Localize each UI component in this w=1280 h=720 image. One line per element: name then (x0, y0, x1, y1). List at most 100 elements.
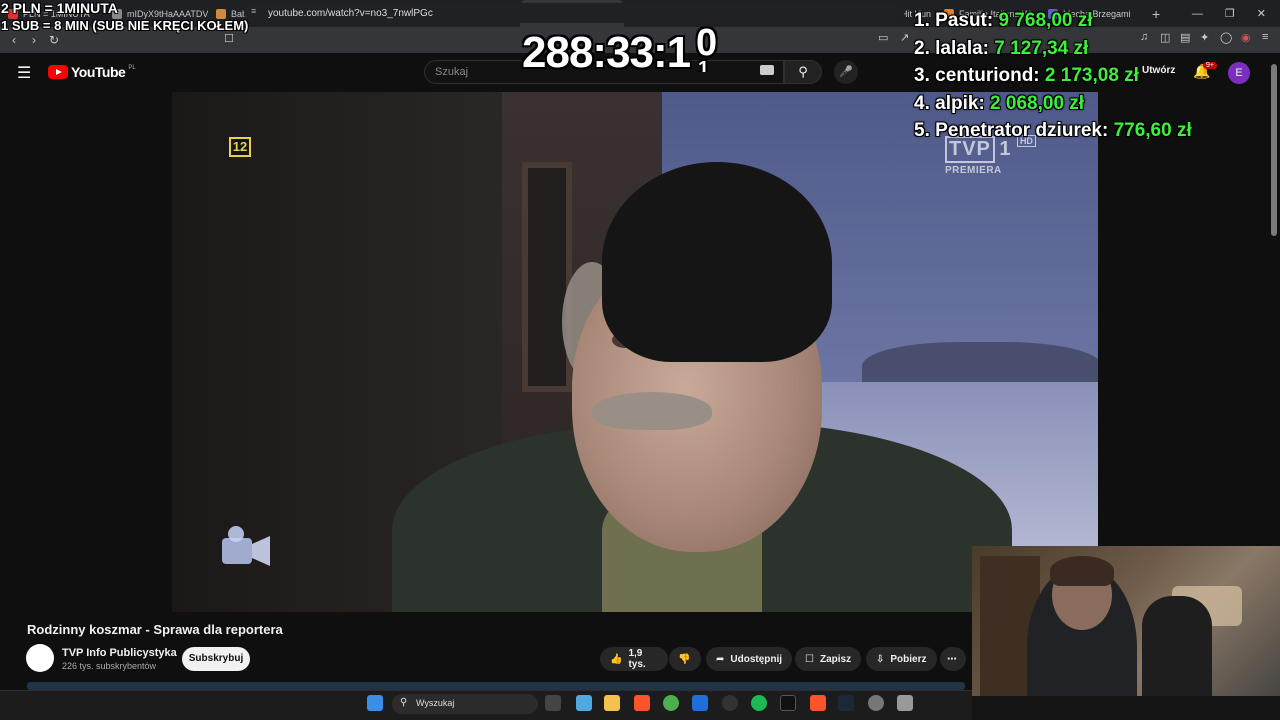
webcam-chair (1142, 596, 1212, 706)
download-button[interactable]: ⇩ Pobierz (866, 647, 937, 671)
leaderboard-row: 3. centuriond: 2 173,08 zł (914, 62, 1192, 90)
download-icon: ⇩ (876, 653, 885, 665)
youtube-play-icon (48, 65, 68, 79)
bookmark-save-icon: ☐ (805, 653, 814, 665)
save-button[interactable]: ☐ Zapisz (795, 647, 862, 671)
notifications-count: 9+ (1203, 62, 1217, 69)
dislike-button[interactable]: 👎 (669, 647, 701, 671)
back-icon[interactable]: ‹ (4, 33, 24, 47)
region-code: PL (128, 65, 136, 71)
leaderboard-amount: 2 068,00 zł (990, 92, 1085, 114)
leaderboard-amount: 2 173,08 zł (1044, 65, 1139, 86)
close-window-icon[interactable]: ✕ (1257, 7, 1266, 20)
microphone-icon: 🎤 (839, 66, 853, 78)
extensions-icon[interactable]: ✦ (1200, 31, 1209, 44)
site-info-icon[interactable]: ≡ (251, 6, 256, 16)
more-icon: ⋯ (947, 653, 957, 665)
thumbs-up-icon: 👍 (610, 653, 623, 665)
download-label: Pobierz (890, 653, 927, 665)
calculator-icon[interactable] (897, 695, 913, 711)
leaderboard-amount: 9 768,00 zł (998, 10, 1093, 31)
page-scrollbar[interactable] (1271, 64, 1277, 236)
leaderboard-row: 1. Pasut: 9 768,00 zł (914, 7, 1192, 35)
leaderboard-name: centuriond: (935, 65, 1040, 86)
channel-avatar[interactable] (26, 644, 54, 672)
like-button[interactable]: 👍 1,9 tys. (600, 647, 668, 671)
taskbar-search[interactable]: ⚲ Wyszukaj (392, 694, 538, 714)
search-icon: ⚲ (798, 64, 808, 79)
leaderboard-row: 4. alpik: 2 068,00 zł (914, 90, 1192, 118)
window-controls: — ❐ ✕ (1192, 0, 1280, 27)
thumbs-down-icon: 👎 (678, 653, 691, 665)
timer-next-digit: 1 (698, 58, 709, 72)
shield-icon[interactable]: ◯ (1220, 31, 1232, 44)
leaderboard-name: Pasut: (935, 10, 994, 31)
share-button[interactable]: ➦ Udostępnij (706, 647, 793, 671)
webcam-overlay (972, 546, 1280, 720)
leaderboard-rank: 1. (914, 10, 930, 31)
leaderboard-name: Penetrator dziurek: (935, 120, 1109, 141)
leaderboard-row: 2. lalala: 7 127,34 zł (914, 35, 1192, 63)
leaderboard-rank: 5. (914, 120, 930, 141)
minimize-icon[interactable]: — (1192, 8, 1203, 20)
leaderboard-amount: 7 127,34 zł (994, 37, 1089, 59)
account-avatar[interactable]: E (1228, 62, 1250, 84)
leaderboard-name: alpik: (935, 92, 985, 114)
spotify-icon[interactable] (751, 695, 767, 711)
steam-icon[interactable] (838, 695, 854, 711)
browser-menu-icon[interactable]: ≡ (1262, 31, 1268, 43)
leaderboard-amount: 776,60 zł (1113, 120, 1192, 141)
search-button[interactable]: ⚲ (784, 60, 822, 84)
settings-gear-icon[interactable] (868, 695, 884, 711)
share-page-icon[interactable]: ↗ (900, 31, 909, 44)
profile-icon[interactable]: ◉ (1241, 31, 1251, 44)
rate-line-1: 2 PLN = 1MINUTA (1, 0, 118, 16)
store-icon[interactable] (692, 695, 708, 711)
channel-name[interactable]: TVP Info Publicystyka (62, 647, 177, 659)
obs-icon[interactable] (722, 695, 738, 711)
app-icon[interactable] (780, 695, 796, 711)
donation-leaderboard: 1. Pasut: 9 768,00 zł 2. lalala: 7 127,34… (914, 7, 1192, 145)
restore-icon[interactable]: ❐ (1225, 7, 1235, 20)
subscriber-count: 226 tys. subskrybentów (62, 661, 157, 671)
donation-rate-overlay: 2 PLN = 1MINUTA 1 SUB = 8 MIN (SUB NIE K… (1, 0, 248, 34)
video-hat (602, 162, 832, 362)
taskbar-search-placeholder: Wyszukaj (416, 698, 455, 708)
forward-icon[interactable]: › (24, 33, 44, 47)
file-explorer-icon[interactable] (604, 695, 620, 711)
brave-active-icon[interactable] (810, 695, 826, 711)
youtube-logo[interactable]: YouTube PL (48, 64, 136, 80)
leaderboard-rank: 3. (914, 65, 930, 86)
description-box[interactable] (27, 682, 965, 690)
reload-icon[interactable]: ↻ (44, 33, 64, 47)
cast-icon[interactable]: ▭ (878, 31, 888, 44)
leaderboard-rank: 2. (914, 37, 930, 59)
leaderboard-row: 5. Penetrator dziurek: 776,60 zł (914, 117, 1192, 145)
copilot-icon[interactable] (576, 695, 592, 711)
chrome-icon[interactable] (663, 695, 679, 711)
url-field[interactable]: ≡ youtube.com/watch?v=no3_7nwlPGc (244, 3, 904, 23)
save-label: Zapisz (819, 653, 852, 665)
share-icon: ➦ (716, 653, 725, 665)
webcam-cap (1050, 556, 1114, 586)
video-window (522, 162, 572, 392)
share-label: Udostępnij (730, 653, 783, 665)
leaderboard-name: lalala: (935, 37, 990, 59)
hamburger-menu-icon[interactable]: ☰ (17, 63, 31, 83)
premiere-label: PREMIERA (945, 165, 1002, 176)
taskbar-search-icon: ⚲ (400, 697, 408, 708)
rate-line-2: 1 SUB = 8 MIN (SUB NIE KRĘCI KOŁEM) (1, 18, 249, 33)
subathon-timer: 288:33:1 0 1 (522, 22, 717, 78)
voice-search-button[interactable]: 🎤 (834, 60, 858, 84)
url-text: youtube.com/watch?v=no3_7nwlPGc (268, 7, 433, 19)
windows-start-icon[interactable] (367, 695, 383, 711)
timer-value: 288:33:1 (522, 28, 691, 77)
task-view-icon[interactable] (545, 695, 561, 711)
video-mustache (592, 392, 712, 430)
leaderboard-rank: 4. (914, 92, 930, 114)
video-title: Rodzinny koszmar - Sprawa dla reportera (27, 622, 283, 637)
keyboard-icon[interactable] (760, 65, 774, 75)
subscribe-button[interactable]: Subskrybuj (182, 647, 250, 671)
brave-icon[interactable] (634, 695, 650, 711)
more-actions-button[interactable]: ⋯ (940, 647, 966, 671)
